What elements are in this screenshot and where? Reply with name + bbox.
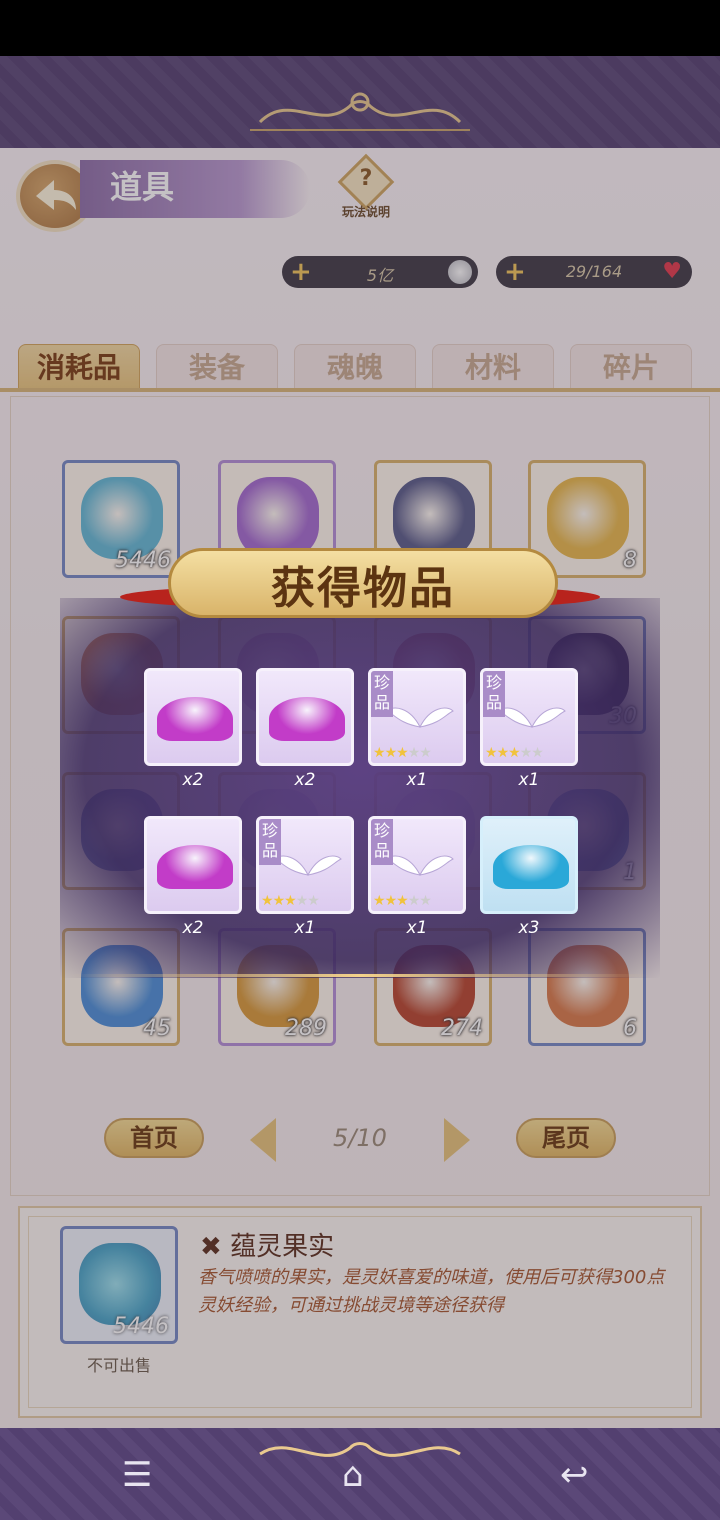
reward-item[interactable]: 珍品 ★★★★★ <box>480 668 578 766</box>
reward-item-count: x1 <box>518 770 540 790</box>
reward-item[interactable] <box>480 816 578 914</box>
reward-item-count: x1 <box>406 770 428 790</box>
reward-popup-divider <box>70 974 650 977</box>
wings-icon <box>274 855 342 876</box>
rare-tag: 珍品 <box>259 819 281 865</box>
star-rating: ★★★★★ <box>373 745 432 761</box>
star-icon: ★ <box>284 893 297 909</box>
wings-icon <box>498 707 566 728</box>
star-icon: ★ <box>373 893 386 909</box>
star-icon: ★ <box>496 745 510 761</box>
wings-icon <box>386 855 454 876</box>
reward-title: 获得物品 <box>271 563 455 614</box>
reward-item-count: x2 <box>182 918 204 938</box>
reward-item-count: x3 <box>518 918 540 938</box>
star-rating: ★★★★★ <box>485 745 544 761</box>
star-icon: ★ <box>396 893 409 909</box>
reward-item[interactable]: 珍品 ★★★★★ <box>368 668 466 766</box>
reward-item-count: x1 <box>294 918 316 938</box>
reward-item[interactable] <box>144 816 242 914</box>
powder-pile-icon <box>157 845 233 889</box>
star-icon: ★ <box>407 893 421 909</box>
star-icon: ★ <box>485 745 498 761</box>
rare-tag: 珍品 <box>483 671 505 717</box>
star-icon: ★ <box>396 745 409 761</box>
menu-icon[interactable]: ☰ <box>122 1458 152 1492</box>
star-icon: ★ <box>519 745 533 761</box>
star-icon: ★ <box>272 893 286 909</box>
star-rating: ★★★★★ <box>373 893 432 909</box>
star-icon: ★ <box>419 745 432 761</box>
star-icon: ★ <box>407 745 421 761</box>
star-icon: ★ <box>384 893 398 909</box>
status-bar <box>0 0 720 56</box>
reward-item-count: x2 <box>182 770 204 790</box>
star-icon: ★ <box>384 745 398 761</box>
home-icon[interactable]: ⌂ <box>342 1458 364 1492</box>
rare-tag: 珍品 <box>371 819 393 865</box>
star-icon: ★ <box>295 893 309 909</box>
rare-tag: 珍品 <box>371 671 393 717</box>
wings-icon <box>386 707 454 728</box>
star-icon: ★ <box>261 893 274 909</box>
reward-item[interactable] <box>144 668 242 766</box>
star-icon: ★ <box>419 893 432 909</box>
powder-pile-icon <box>157 697 233 741</box>
reward-item[interactable]: 珍品 ★★★★★ <box>368 816 466 914</box>
star-rating: ★★★★★ <box>261 893 320 909</box>
reward-item-count: x2 <box>294 770 316 790</box>
system-back-icon[interactable]: ↩ <box>560 1458 589 1492</box>
powder-pile-icon <box>493 845 569 889</box>
powder-pile-icon <box>269 697 345 741</box>
reward-item[interactable]: 珍品 ★★★★★ <box>256 816 354 914</box>
reward-item[interactable] <box>256 668 354 766</box>
star-icon: ★ <box>508 745 521 761</box>
reward-item-count: x1 <box>406 918 428 938</box>
star-icon: ★ <box>373 745 386 761</box>
star-icon: ★ <box>307 893 320 909</box>
star-icon: ★ <box>531 745 544 761</box>
